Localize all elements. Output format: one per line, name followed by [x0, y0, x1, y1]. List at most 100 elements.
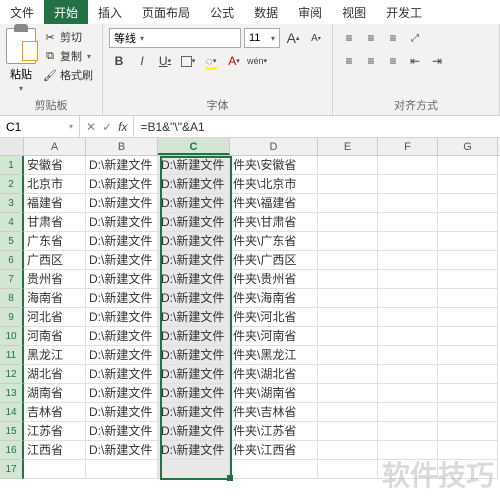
cell[interactable] [378, 270, 438, 289]
cell[interactable]: 件夹\甘肃省 [230, 213, 318, 232]
cell[interactable]: D:\新建文件 [158, 232, 230, 251]
col-header-D[interactable]: D [230, 138, 318, 155]
cell[interactable]: D:\新建文件 [158, 308, 230, 327]
cell[interactable]: D:\新建文件 [86, 422, 158, 441]
cell[interactable]: D:\新建文件 [86, 384, 158, 403]
row-header[interactable]: 8 [0, 289, 24, 308]
col-header-F[interactable]: F [378, 138, 438, 155]
font-name-combo[interactable]: 等线▾ [109, 28, 241, 48]
cell[interactable]: 件夹\湖南省 [230, 384, 318, 403]
cell[interactable]: D:\新建文件 [86, 308, 158, 327]
cell[interactable]: 安徽省 [24, 156, 86, 175]
font-color-button[interactable]: A▾ [224, 51, 244, 71]
tab-公式[interactable]: 公式 [200, 0, 244, 24]
cell[interactable]: D:\新建文件 [86, 213, 158, 232]
border-button[interactable]: ▾ [178, 51, 198, 71]
row-header[interactable]: 6 [0, 251, 24, 270]
cell[interactable] [378, 156, 438, 175]
cell[interactable]: D:\新建文件 [86, 327, 158, 346]
cell[interactable] [318, 346, 378, 365]
tab-文件[interactable]: 文件 [0, 0, 44, 24]
cell[interactable] [438, 232, 498, 251]
grow-font-button[interactable]: A▴ [283, 28, 303, 48]
tab-审阅[interactable]: 审阅 [288, 0, 332, 24]
col-header-G[interactable]: G [438, 138, 498, 155]
cell[interactable] [438, 289, 498, 308]
cell[interactable] [318, 460, 378, 479]
cell[interactable]: 件夹\黑龙江 [230, 346, 318, 365]
cell[interactable] [438, 365, 498, 384]
cell[interactable] [318, 232, 378, 251]
cell[interactable]: 件夹\广西区 [230, 251, 318, 270]
fx-button[interactable]: fx [118, 120, 127, 134]
tab-页面布局[interactable]: 页面布局 [132, 0, 200, 24]
row-header[interactable]: 11 [0, 346, 24, 365]
cell[interactable]: D:\新建文件 [86, 346, 158, 365]
cell[interactable] [318, 308, 378, 327]
cell[interactable] [230, 460, 318, 479]
cell[interactable] [318, 384, 378, 403]
confirm-formula-button[interactable]: ✓ [102, 120, 112, 134]
cell[interactable] [318, 194, 378, 213]
col-header-C[interactable]: C [158, 138, 230, 155]
cell[interactable] [378, 384, 438, 403]
align-right-button[interactable]: ≡ [383, 51, 403, 71]
cell[interactable] [158, 460, 230, 479]
cell[interactable] [378, 460, 438, 479]
format-painter-button[interactable]: 🖌格式刷 [40, 66, 96, 84]
cell[interactable] [318, 251, 378, 270]
cell[interactable] [378, 213, 438, 232]
indent-decrease-button[interactable]: ⇤ [405, 51, 425, 71]
cell[interactable] [318, 175, 378, 194]
align-bottom-button[interactable]: ≡ [383, 28, 403, 48]
cell[interactable] [378, 232, 438, 251]
row-header[interactable]: 1 [0, 156, 24, 175]
cell[interactable] [378, 327, 438, 346]
cell[interactable] [438, 327, 498, 346]
cell[interactable] [438, 441, 498, 460]
cell[interactable] [438, 175, 498, 194]
row-header[interactable]: 12 [0, 365, 24, 384]
tab-开发工[interactable]: 开发工 [376, 0, 432, 24]
cell[interactable]: D:\新建文件 [86, 175, 158, 194]
copy-button[interactable]: ⧉复制▾ [40, 47, 96, 65]
tab-数据[interactable]: 数据 [244, 0, 288, 24]
align-center-button[interactable]: ≡ [361, 51, 381, 71]
cell[interactable]: D:\新建文件 [158, 422, 230, 441]
col-header-B[interactable]: B [86, 138, 158, 155]
cell[interactable] [378, 251, 438, 270]
cell[interactable]: D:\新建文件 [158, 327, 230, 346]
cell[interactable] [378, 346, 438, 365]
spreadsheet-grid[interactable]: A B C D E F G 1安徽省D:\新建文件D:\新建文件件夹\安徽省2北… [0, 138, 500, 479]
cell[interactable]: D:\新建文件 [158, 156, 230, 175]
cell[interactable]: D:\新建文件 [86, 403, 158, 422]
cell[interactable] [438, 460, 498, 479]
cell[interactable] [438, 270, 498, 289]
font-size-combo[interactable]: 11▾ [244, 28, 280, 48]
cell[interactable]: D:\新建文件 [86, 232, 158, 251]
underline-button[interactable]: U▾ [155, 51, 175, 71]
row-header[interactable]: 17 [0, 460, 24, 479]
cell[interactable]: 件夹\广东省 [230, 232, 318, 251]
tab-插入[interactable]: 插入 [88, 0, 132, 24]
cell[interactable] [318, 327, 378, 346]
cell[interactable]: D:\新建文件 [158, 194, 230, 213]
cell[interactable] [378, 289, 438, 308]
orientation-button[interactable]: ⤢ [405, 28, 425, 48]
cell[interactable]: D:\新建文件 [158, 289, 230, 308]
row-header[interactable]: 10 [0, 327, 24, 346]
cell[interactable]: 件夹\湖北省 [230, 365, 318, 384]
cell[interactable] [438, 251, 498, 270]
cell[interactable]: 河南省 [24, 327, 86, 346]
cell[interactable]: D:\新建文件 [158, 251, 230, 270]
cell[interactable] [438, 346, 498, 365]
cell[interactable]: 广东省 [24, 232, 86, 251]
cell[interactable]: 件夹\海南省 [230, 289, 318, 308]
cancel-formula-button[interactable]: ✕ [86, 120, 96, 134]
cell[interactable] [378, 403, 438, 422]
cell[interactable]: 江西省 [24, 441, 86, 460]
cell[interactable]: D:\新建文件 [86, 194, 158, 213]
cell[interactable] [378, 175, 438, 194]
align-left-button[interactable]: ≡ [339, 51, 359, 71]
row-header[interactable]: 2 [0, 175, 24, 194]
